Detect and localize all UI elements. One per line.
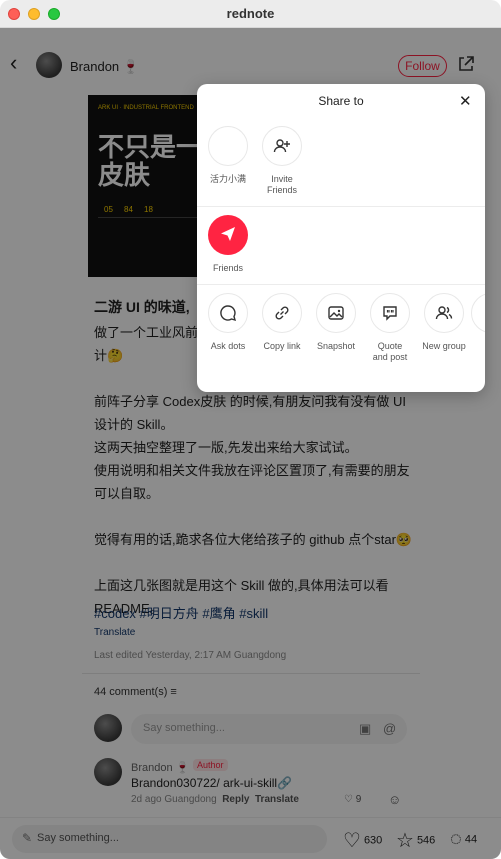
- new-group-option[interactable]: New group: [417, 293, 471, 352]
- image-icon: [316, 293, 356, 333]
- share-sheet-title: Share to: [318, 94, 364, 108]
- friend-name: 活力小满: [209, 174, 246, 184]
- more-option-partial[interactable]: [471, 293, 485, 333]
- close-icon[interactable]: ✕: [459, 92, 472, 110]
- share-friends-option[interactable]: Friends: [201, 215, 255, 274]
- send-icon: [208, 215, 248, 255]
- copy-link-option[interactable]: Copy link: [255, 293, 309, 352]
- add-person-icon: [262, 126, 302, 166]
- invite-friends-option[interactable]: Invite Friends: [255, 126, 309, 196]
- link-icon: [262, 293, 302, 333]
- quote-icon: [370, 293, 410, 333]
- divider: [197, 206, 485, 207]
- window-title: rednote: [226, 6, 275, 21]
- new-group-label: New group: [422, 341, 466, 351]
- quote-and-post-label: Quote and post: [372, 341, 408, 362]
- ask-dots-label: Ask dots: [210, 341, 246, 351]
- friend-avatar: [208, 126, 248, 166]
- group-icon: [424, 293, 464, 333]
- quote-and-post-option[interactable]: Quote and post: [363, 293, 417, 363]
- chat-bubble-icon: [208, 293, 248, 333]
- share-sheet: Share to ✕ 活力小满 Invite Friends Friends A…: [197, 84, 485, 392]
- copy-link-label: Copy link: [263, 341, 301, 351]
- snapshot-option[interactable]: Snapshot: [309, 293, 363, 352]
- invite-friends-label: Invite Friends: [266, 174, 297, 195]
- divider: [197, 284, 485, 285]
- friends-label: Friends: [212, 263, 243, 273]
- share-friend-option[interactable]: 活力小满: [201, 126, 255, 185]
- title-bar: rednote: [0, 0, 501, 28]
- app-window: rednote ‹ Brandon 🍷 Follow ARK UI · INDU…: [0, 0, 501, 859]
- ask-dots-option[interactable]: Ask dots: [201, 293, 255, 352]
- snapshot-label: Snapshot: [316, 341, 356, 351]
- more-icon: [471, 293, 485, 333]
